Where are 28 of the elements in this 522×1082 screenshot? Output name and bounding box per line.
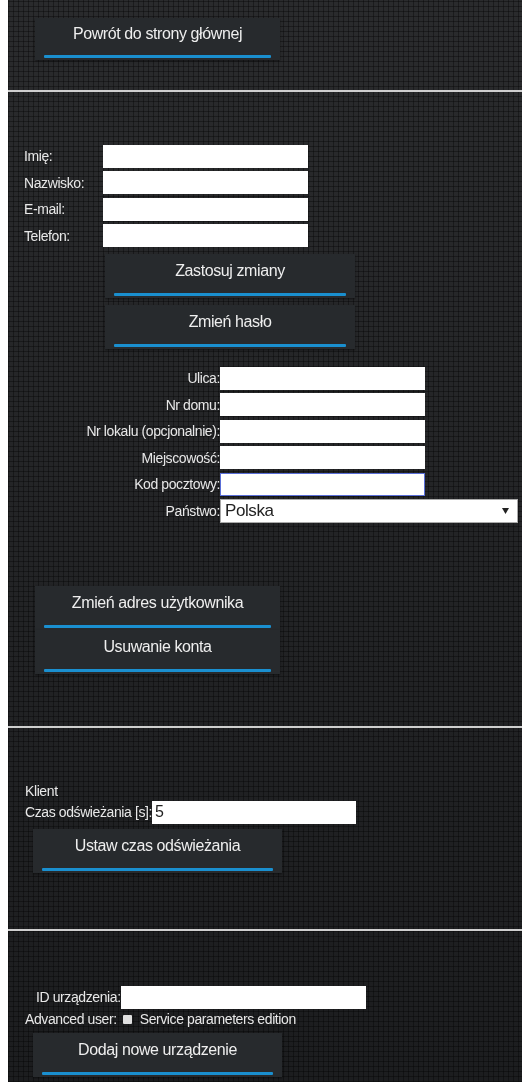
field-label: Czas odświeżania [s]: — [25, 804, 152, 820]
field-label: Telefon: — [24, 227, 71, 244]
home-button[interactable]: Powrót do strony głównej — [35, 18, 280, 60]
text-field[interactable] — [220, 472, 425, 496]
checkbox[interactable] — [122, 1014, 132, 1024]
field-label: ID urządzenia: — [36, 989, 121, 1005]
set-refresh-button[interactable]: Ustaw czas odświeżania — [33, 829, 282, 873]
checkbox-label: Service parameters edition — [139, 1011, 296, 1027]
field-label: Miejscowość: — [140, 449, 220, 466]
device-id-field[interactable] — [120, 985, 366, 1009]
field-label: Kod pocztowy: — [133, 476, 220, 493]
field-label: Nr domu: — [164, 396, 220, 413]
action-button[interactable]: Usuwanie konta — [35, 630, 280, 674]
caret-icon — [502, 507, 509, 514]
add-device-button[interactable]: Dodaj nowe urządzenie — [33, 1033, 282, 1077]
refresh-field[interactable]: 5 — [152, 800, 356, 824]
action-button[interactable]: Zmień adres użytkownika — [35, 586, 280, 630]
field-label: E-mail: — [24, 201, 66, 218]
field-label: Advanced user: — [25, 1011, 117, 1027]
field-label: Nazwisko: — [24, 174, 86, 191]
section-heading: Klient — [25, 783, 59, 800]
field-label: Nr lokalu (opcjonalnie): — [85, 423, 220, 440]
field-label: Ulica: — [186, 370, 220, 387]
action-button[interactable]: Zastosuj zmiany — [105, 254, 355, 298]
field-label: Imię: — [24, 148, 54, 165]
field-label: Państwo: — [164, 502, 220, 519]
country-dropdown[interactable]: Polska — [220, 498, 518, 523]
action-button[interactable]: Zmień hasło — [105, 305, 355, 349]
